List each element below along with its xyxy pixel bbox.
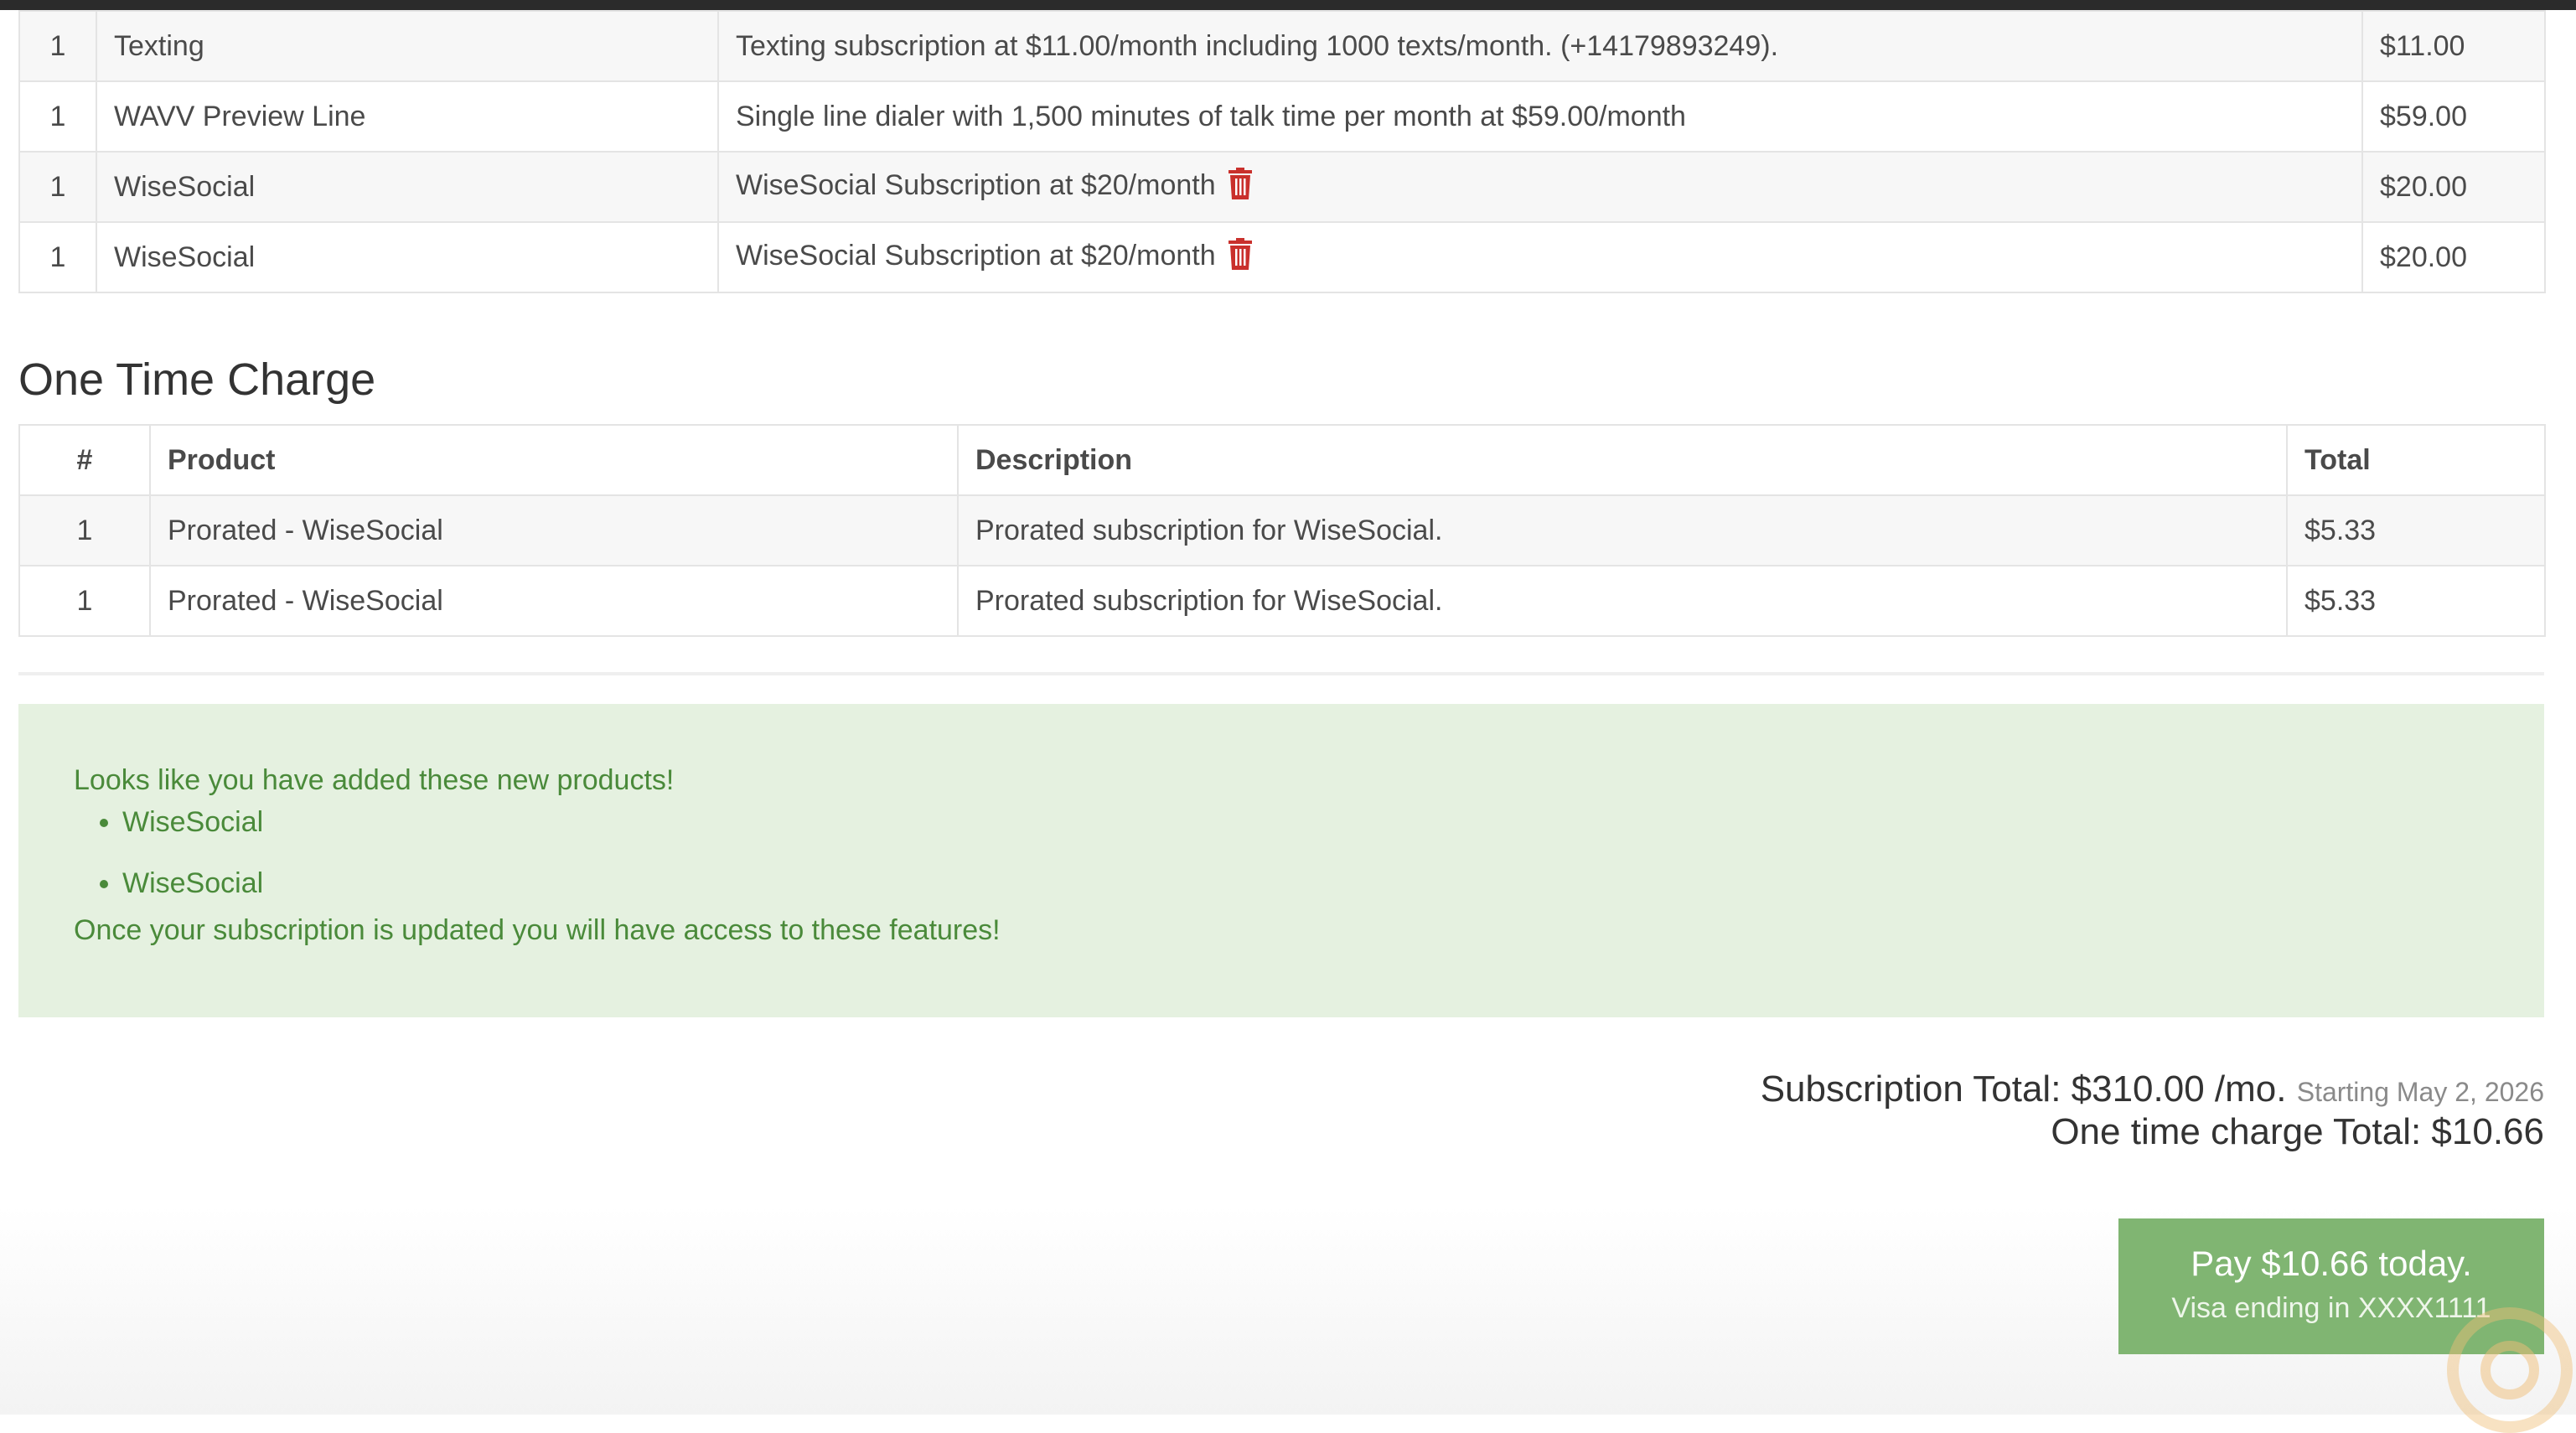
row-total: $5.33 bbox=[2286, 565, 2546, 637]
table-header-row: # Product Description Total bbox=[18, 424, 2546, 496]
row-qty: 1 bbox=[18, 151, 97, 223]
row-product: WiseSocial bbox=[96, 221, 719, 293]
pay-button-amount: Pay $10.66 today. bbox=[2191, 1244, 2472, 1283]
header-total: Total bbox=[2286, 424, 2546, 496]
row-description: WiseSocial Subscription at $20/month bbox=[717, 221, 2363, 293]
row-description: Prorated subscription for WiseSocial. bbox=[957, 565, 2288, 637]
row-total: $20.00 bbox=[2361, 151, 2546, 223]
row-qty: 1 bbox=[18, 221, 97, 293]
row-description-text: Texting subscription at $11.00/month inc… bbox=[736, 29, 1779, 62]
list-item: WiseSocial bbox=[122, 801, 2489, 843]
table-row: 1 WiseSocial WiseSocial Subscription at … bbox=[18, 151, 2546, 223]
row-total: $5.33 bbox=[2286, 494, 2546, 566]
subscription-start-date: Starting May 2, 2026 bbox=[2296, 1077, 2544, 1107]
row-total: $11.00 bbox=[2361, 10, 2546, 82]
table-row: 1 WAVV Preview Line Single line dialer w… bbox=[18, 80, 2546, 153]
row-product: Prorated - WiseSocial bbox=[149, 494, 959, 566]
header-product: Product bbox=[149, 424, 959, 496]
row-total: $59.00 bbox=[2361, 80, 2546, 153]
list-item: WiseSocial bbox=[122, 862, 2489, 904]
one-time-total: One time charge Total: $10.66 bbox=[2051, 1111, 2544, 1152]
row-qty: 1 bbox=[18, 80, 97, 153]
totals-summary: Subscription Total: $310.00 /mo. Startin… bbox=[1761, 1069, 2544, 1152]
trash-icon[interactable] bbox=[1228, 167, 1253, 207]
trash-icon[interactable] bbox=[1228, 237, 1253, 277]
row-description-text: WiseSocial Subscription at $20/month bbox=[736, 239, 1216, 272]
row-qty: 1 bbox=[18, 565, 151, 637]
notice-outro: Once your subscription is updated you wi… bbox=[74, 914, 1001, 946]
subscription-items-table: 1 Texting Texting subscription at $11.00… bbox=[18, 10, 2546, 293]
row-total: $20.00 bbox=[2361, 221, 2546, 293]
row-description: WiseSocial Subscription at $20/month bbox=[717, 151, 2363, 223]
row-qty: 1 bbox=[18, 494, 151, 566]
subscription-total: Subscription Total: $310.00 /mo. bbox=[1760, 1068, 2287, 1110]
notice-intro: Looks like you have added these new prod… bbox=[74, 764, 675, 796]
row-product: WiseSocial bbox=[96, 151, 719, 223]
row-qty: 1 bbox=[18, 10, 97, 82]
one-time-charge-title: One Time Charge bbox=[18, 354, 376, 405]
table-row: 1 Prorated - WiseSocial Prorated subscri… bbox=[18, 565, 2546, 637]
row-description: Single line dialer with 1,500 minutes of… bbox=[717, 80, 2363, 153]
table-row: 1 WiseSocial WiseSocial Subscription at … bbox=[18, 221, 2546, 293]
row-description: Prorated subscription for WiseSocial. bbox=[957, 494, 2288, 566]
header-num: # bbox=[18, 424, 151, 496]
table-row: 1 Prorated - WiseSocial Prorated subscri… bbox=[18, 494, 2546, 566]
row-product: Texting bbox=[96, 10, 719, 82]
top-bar bbox=[0, 0, 2576, 10]
subscription-total-row: Subscription Total: $310.00 /mo. Startin… bbox=[1761, 1069, 2544, 1112]
row-product: WAVV Preview Line bbox=[96, 80, 719, 153]
row-description-text: Single line dialer with 1,500 minutes of… bbox=[736, 100, 1686, 132]
header-description: Description bbox=[957, 424, 2288, 496]
one-time-charge-table: # Product Description Total 1 Prorated -… bbox=[18, 424, 2546, 637]
new-products-notice: Looks like you have added these new prod… bbox=[18, 704, 2544, 1017]
row-description: Texting subscription at $11.00/month inc… bbox=[717, 10, 2363, 82]
table-row: 1 Texting Texting subscription at $11.00… bbox=[18, 10, 2546, 82]
row-product: Prorated - WiseSocial bbox=[149, 565, 959, 637]
section-divider bbox=[18, 672, 2544, 675]
row-description-text: WiseSocial Subscription at $20/month bbox=[736, 168, 1216, 201]
new-products-list: WiseSocial WiseSocial bbox=[74, 801, 2489, 904]
